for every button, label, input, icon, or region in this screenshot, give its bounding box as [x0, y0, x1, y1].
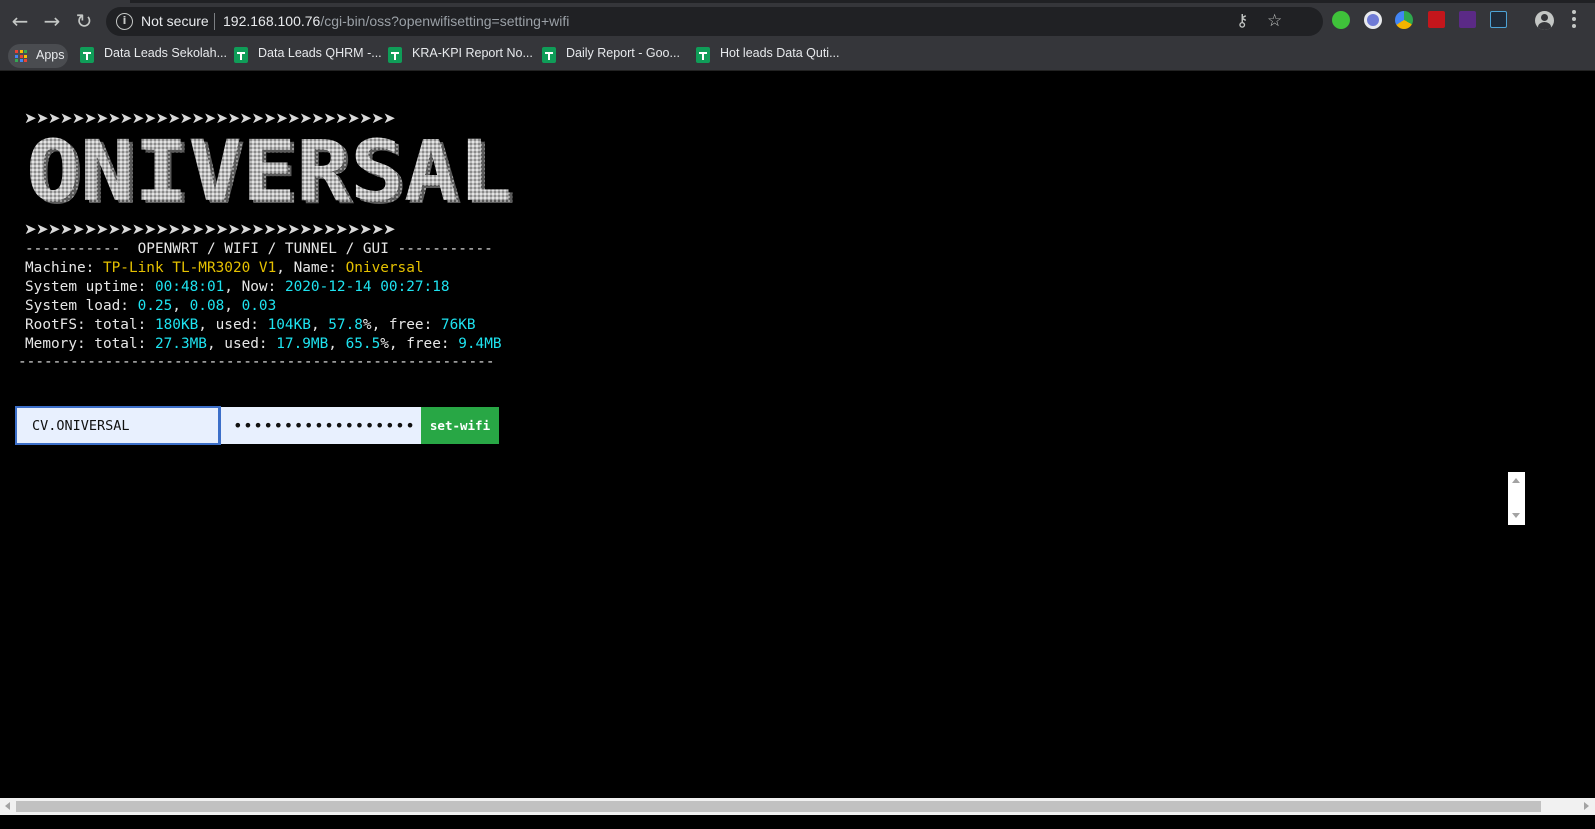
menu-icon[interactable]: [1572, 10, 1576, 30]
apps-grid-icon: [15, 50, 27, 62]
bookmark-apps[interactable]: Apps: [8, 44, 68, 68]
bookmark-label: Data Leads Sekolah...: [104, 46, 227, 60]
rootfs-total-value: 180KB: [154, 317, 199, 333]
mini-scrollbar[interactable]: [1508, 472, 1525, 525]
uptime-line: System uptime: 00:48:01, Now: 2020-12-14…: [25, 279, 450, 295]
rootfs-free-value: 76KB: [440, 317, 476, 333]
scroll-left-icon[interactable]: [5, 802, 10, 810]
scroll-right-icon[interactable]: [1584, 802, 1589, 810]
star-icon[interactable]: ☆: [1267, 11, 1282, 31]
bottom-strip: [0, 815, 1595, 829]
address-bar[interactable]: i Not secure 192.168.100.76/cgi-bin/oss?…: [106, 7, 1323, 36]
load15-value: 0.03: [241, 298, 277, 314]
now-value: 2020-12-14 00:27:18: [284, 279, 450, 295]
sheets-icon: [542, 47, 556, 63]
mem-free-value: 9.4MB: [458, 336, 502, 352]
rootfs-pct-value: 57.8: [328, 317, 363, 333]
sheets-icon: [234, 47, 248, 63]
back-icon[interactable]: ←: [8, 9, 32, 33]
extension-blocker-icon[interactable]: [1364, 11, 1382, 29]
key-icon[interactable]: ⚷: [1236, 11, 1248, 31]
info-icon[interactable]: i: [116, 13, 133, 30]
ssid-input[interactable]: [15, 406, 221, 445]
sheets-icon: [696, 47, 710, 63]
security-label[interactable]: Not secure: [141, 13, 209, 29]
profile-icon[interactable]: [1535, 11, 1554, 30]
browser-toolbar: ← → ↻ i Not secure 192.168.100.76/cgi-bi…: [0, 0, 1595, 42]
memory-line: Memory: total: 27.3MB, used: 17.9MB, 65.…: [25, 336, 502, 352]
load5-value: 0.08: [189, 298, 225, 314]
bookmark-label: Hot leads Data Quti...: [720, 46, 840, 60]
extension-new-icon[interactable]: [1490, 11, 1507, 28]
divider-line: ----------------------------------------…: [18, 354, 495, 370]
extension-drive-icon[interactable]: [1395, 11, 1413, 29]
mem-pct-value: 65.5: [345, 336, 381, 352]
rootfs-line: RootFS: total: 180KB, used: 104KB, 57.8%…: [25, 317, 476, 333]
uptime-value: 00:48:01: [154, 279, 225, 295]
bookmark-label: Apps: [36, 48, 65, 62]
page-content: ➤➤➤➤➤➤➤➤➤➤➤➤➤➤➤➤➤➤➤➤➤➤➤➤➤➤➤➤➤➤➤ ONIVERSA…: [0, 71, 1595, 811]
extension-green-icon[interactable]: [1332, 11, 1350, 29]
extension-purple-icon[interactable]: [1459, 11, 1476, 28]
subtitle-line: ----------- OPENWRT / WIFI / TUNNEL / GU…: [25, 241, 493, 257]
tab-strip-edge: [130, 0, 1595, 3]
mem-total-value: 27.3MB: [154, 336, 207, 352]
rootfs-used-value: 104KB: [267, 317, 311, 333]
banner-arrows-bottom: ➤➤➤➤➤➤➤➤➤➤➤➤➤➤➤➤➤➤➤➤➤➤➤➤➤➤➤➤➤➤➤: [24, 220, 396, 238]
system-info: ----------- OPENWRT / WIFI / TUNNEL / GU…: [25, 240, 502, 354]
mem-used-value: 17.9MB: [276, 336, 329, 352]
password-input[interactable]: [221, 407, 421, 444]
set-wifi-button[interactable]: set-wifi: [421, 407, 499, 444]
machine-value: TP-Link TL-MR3020 V1: [102, 260, 277, 276]
forward-icon[interactable]: →: [40, 9, 64, 33]
reload-icon[interactable]: ↻: [72, 9, 96, 33]
extension-pdf-icon[interactable]: [1428, 11, 1445, 28]
sheets-icon: [388, 47, 402, 63]
bookmarks-bar: Apps Data Leads Sekolah... Data Leads QH…: [0, 42, 1595, 71]
scroll-down-icon[interactable]: [1512, 513, 1520, 518]
horizontal-scrollbar[interactable]: [0, 798, 1595, 815]
logo-text: ONIVERSAL: [26, 137, 512, 205]
bookmark-label: Data Leads QHRM -...: [258, 46, 382, 60]
url-host: 192.168.100.76: [223, 13, 321, 29]
url-path: /cgi-bin/oss?openwifisetting=setting+wif…: [320, 13, 570, 29]
load-line: System load: 0.25, 0.08, 0.03: [25, 298, 277, 314]
bookmark-label: Daily Report - Goo...: [566, 46, 680, 60]
url-text[interactable]: 192.168.100.76/cgi-bin/oss?openwifisetti…: [223, 13, 569, 29]
sheets-icon: [80, 47, 94, 63]
machine-line: Machine: TP-Link TL-MR3020 V1, Name: Oni…: [25, 260, 424, 276]
bookmark-label: KRA-KPI Report No...: [412, 46, 533, 60]
oniversal-logo: ONIVERSAL ONIVERSAL: [26, 137, 514, 205]
address-separator: [214, 13, 215, 30]
load1-value: 0.25: [137, 298, 173, 314]
scroll-up-icon[interactable]: [1512, 478, 1520, 483]
banner-arrows-top: ➤➤➤➤➤➤➤➤➤➤➤➤➤➤➤➤➤➤➤➤➤➤➤➤➤➤➤➤➤➤➤: [24, 109, 396, 127]
scrollbar-thumb[interactable]: [16, 801, 1541, 812]
name-value: Oniversal: [345, 260, 424, 276]
